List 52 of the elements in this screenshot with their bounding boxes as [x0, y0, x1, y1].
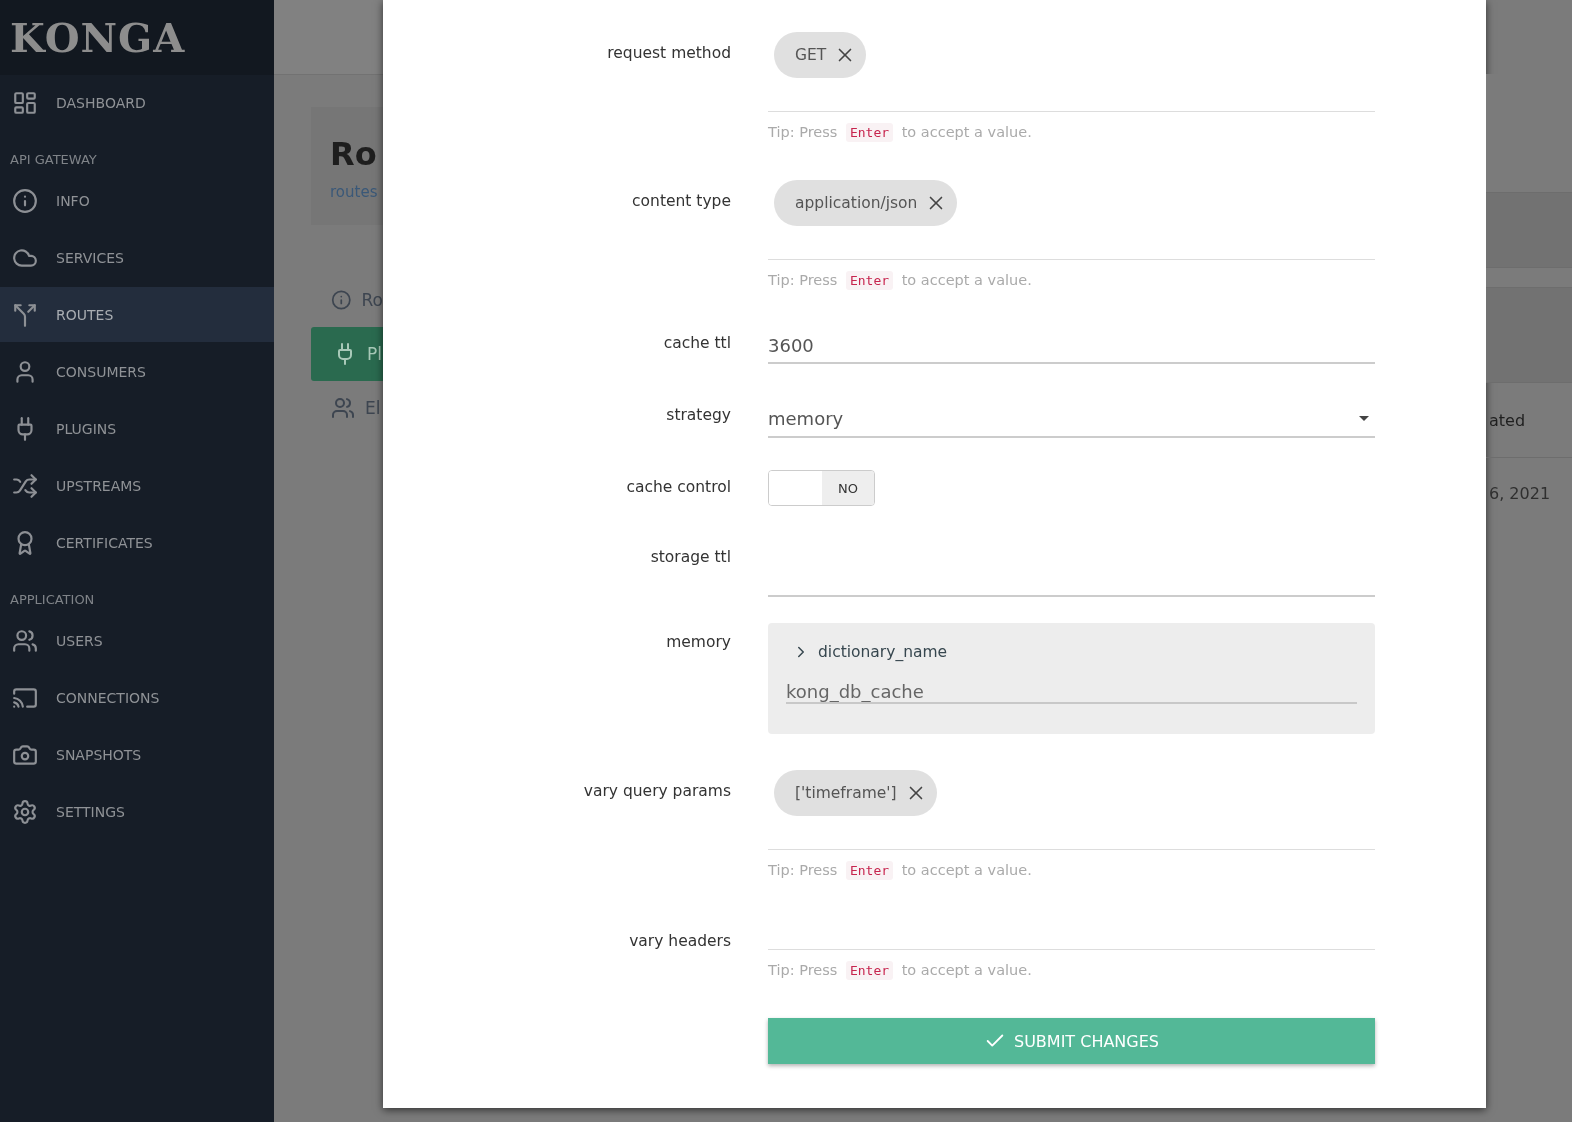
- settings-icon: [12, 798, 38, 825]
- tip-text: Tip: Press Enter to accept a value.: [768, 272, 1033, 292]
- select-field[interactable]: memory: [768, 400, 1375, 438]
- logo: KONGA: [0, 0, 274, 75]
- dashboard-icon: [12, 89, 38, 116]
- tag-input-field[interactable]: application/json: [768, 180, 1375, 260]
- nav-item[interactable]: USERS: [0, 613, 274, 668]
- field-label: cache ttl: [663, 333, 731, 354]
- tag-input-field[interactable]: ['timeframe']: [768, 770, 1375, 850]
- shuffle-icon: [12, 472, 38, 499]
- tip-text: Tip: Press Enter to accept a value.: [768, 862, 1033, 882]
- text-field[interactable]: kong_db_cache: [786, 681, 1357, 704]
- users-icon: [331, 396, 355, 420]
- column-heading: ated: [1488, 410, 1526, 430]
- key-label: dictionary_name: [818, 643, 948, 661]
- tab[interactable]: Pl: [311, 327, 383, 381]
- field-label: strategy: [666, 405, 731, 426]
- nav-item[interactable]: SERVICES: [0, 230, 274, 285]
- page-title: Ro: [330, 137, 378, 171]
- nav-item[interactable]: DASHBOARD: [0, 75, 274, 130]
- section-header: API GATEWAY: [9, 151, 98, 169]
- field-label: cache control: [626, 477, 731, 498]
- field-label: request method: [607, 43, 731, 64]
- nav-item[interactable]: CONNECTIONS: [0, 670, 274, 725]
- tag-input-field[interactable]: GET: [768, 32, 1375, 112]
- tag-chip: application/json: [774, 180, 958, 226]
- field-label: vary headers: [629, 931, 731, 952]
- tip-text: Tip: Press Enter to accept a value.: [768, 962, 1033, 982]
- tag-chip: GET: [774, 32, 867, 78]
- table-cell-text: 6, 2021: [1488, 483, 1551, 503]
- nav-item[interactable]: INFO: [0, 173, 274, 228]
- nav-item[interactable]: CONSUMERS: [0, 344, 274, 399]
- split-arrow-icon: [12, 301, 38, 328]
- nav-item[interactable]: PLUGINS: [0, 401, 274, 456]
- nav-item[interactable]: UPSTREAMS: [0, 458, 274, 513]
- field-label: memory: [666, 632, 731, 653]
- field-label: vary query params: [583, 781, 731, 802]
- caret-icon: [1359, 415, 1369, 421]
- nav-item[interactable]: CERTIFICATES: [0, 515, 274, 570]
- toggle-switch[interactable]: NO: [768, 470, 875, 506]
- tag-chip: ['timeframe']: [774, 770, 937, 816]
- nav-item[interactable]: ROUTES: [0, 287, 274, 342]
- nav-item[interactable]: SNAPSHOTS: [0, 727, 274, 782]
- info-icon: [12, 187, 38, 214]
- section-header: APPLICATION: [9, 591, 96, 609]
- text-field[interactable]: 3600: [768, 328, 1375, 364]
- users-icon: [12, 627, 38, 654]
- field-label: content type: [632, 191, 731, 212]
- info-icon: [331, 288, 352, 312]
- field-label: storage ttl: [650, 547, 731, 568]
- tip-text: Tip: Press Enter to accept a value.: [768, 124, 1033, 144]
- nav-item[interactable]: SETTINGS: [0, 784, 274, 839]
